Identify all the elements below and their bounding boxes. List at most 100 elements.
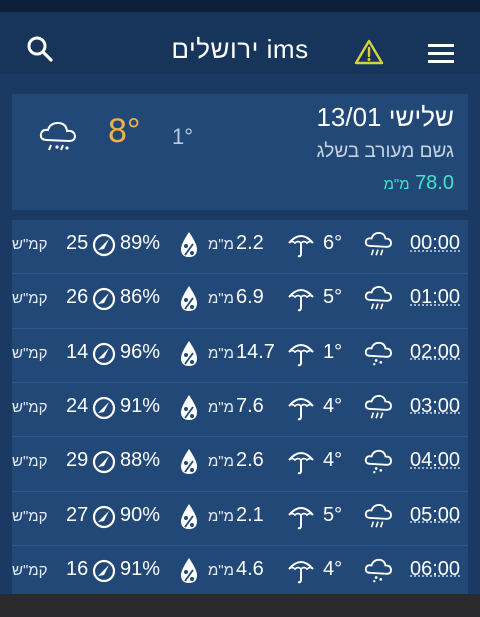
- hour-rain: 2.1: [236, 503, 264, 526]
- hour-rain-unit: מ"מ: [208, 290, 234, 308]
- hour-time: 01:00: [410, 286, 461, 309]
- umbrella-icon: [288, 289, 314, 312]
- hour-rain-unit: מ"מ: [208, 398, 234, 416]
- warning-icon[interactable]: [354, 39, 384, 65]
- wind-direction-icon: [92, 451, 116, 474]
- hour-temp: 5°: [323, 503, 343, 526]
- humidity-icon: [181, 340, 197, 366]
- humidity-icon: [181, 232, 197, 257]
- hour-rain-unit: מ"מ: [208, 236, 234, 253]
- hour-time: 06:00: [410, 557, 461, 580]
- hour-rain: 2.6: [236, 449, 264, 472]
- wind-direction-icon: [92, 233, 116, 257]
- hour-rain-unit: מ"מ: [208, 561, 234, 579]
- summary-rain-value: 78.0: [415, 172, 454, 194]
- app-title: ims ירושלים: [171, 34, 309, 64]
- hour-time: 04:00: [410, 449, 461, 472]
- hour-wind-unit: קמ"ש: [12, 344, 48, 362]
- day-summary-card[interactable]: שלישי 13/01 גשם מעורב בשלג 78.0 מ"מ 1° 8…: [12, 94, 468, 210]
- hour-temp: 4°: [323, 557, 343, 580]
- hour-wind: 26: [66, 286, 89, 309]
- hour-temp: 4°: [323, 394, 343, 417]
- hour-wind-unit: קמ"ש: [12, 453, 48, 471]
- hour-rain: 4.6: [236, 557, 264, 580]
- hour-wind-unit: קמ"ש: [12, 561, 48, 579]
- humidity-icon: [181, 394, 197, 420]
- hour-row[interactable]: 03:00 4° 7.6 מ"מ 91% 24 קמ"ש: [12, 383, 468, 435]
- hour-temp: 4°: [323, 449, 343, 472]
- hour-humidity: 89%: [120, 232, 161, 254]
- humidity-icon: [181, 286, 197, 312]
- hour-row[interactable]: 01:00 5° 6.9 מ"מ 86% 26 קמ"ש: [12, 274, 468, 326]
- hour-humidity: 90%: [120, 503, 161, 526]
- hour-wind-unit: קמ"ש: [12, 290, 48, 308]
- status-bar: [0, 0, 480, 12]
- wind-direction-icon: [92, 396, 116, 419]
- hour-wind-unit: קמ"ש: [12, 398, 48, 416]
- hour-rain-unit: מ"מ: [208, 453, 234, 471]
- cloud-rain-icon: [364, 503, 392, 527]
- hour-row[interactable]: 02:00 1° 14.7 מ"מ 96% 14 קמ"ש: [12, 329, 468, 381]
- hour-temp: 1°: [323, 340, 343, 363]
- hour-row[interactable]: 06:00 4° 4.6 מ"מ 91% 16 קמ"ש: [12, 546, 468, 598]
- hour-wind: 24: [66, 394, 89, 417]
- hour-wind: 27: [66, 503, 89, 526]
- system-nav-bar: [0, 594, 480, 617]
- cloud-rain-icon: [364, 232, 392, 256]
- hour-rain: 7.6: [236, 394, 264, 417]
- hour-row[interactable]: 05:00 5° 2.1 מ"מ 90% 27 קמ"ש: [12, 492, 468, 544]
- hour-row[interactable]: 04:00 4° 2.6 מ"מ 88% 29 קמ"ש: [12, 437, 468, 489]
- hour-temp: 6°: [323, 232, 343, 254]
- hour-wind: 16: [66, 557, 89, 580]
- wind-direction-icon: [92, 505, 116, 528]
- umbrella-icon: [288, 506, 314, 529]
- humidity-icon: [181, 503, 197, 529]
- wind-direction-icon: [92, 559, 116, 582]
- hour-wind-unit: קמ"ש: [12, 507, 48, 525]
- hour-rain: 6.9: [236, 286, 264, 309]
- hour-time: 03:00: [410, 394, 461, 417]
- hour-rain-unit: מ"מ: [208, 507, 234, 525]
- hour-humidity: 91%: [120, 394, 161, 417]
- hour-wind: 14: [66, 340, 89, 363]
- hour-rain: 2.2: [236, 232, 264, 254]
- cloud-snow-icon: [364, 450, 392, 474]
- summary-description: גשם מעורב בשלג: [316, 141, 454, 162]
- summary-temp-low: 1°: [172, 124, 194, 149]
- hourly-forecast-list: 00:00 6° 2.2 מ"מ 89% 25 קמ"ש 01:00 5° 6.9 מ"מ 86% 26…: [12, 220, 468, 594]
- hour-wind-unit: קמ"ש: [12, 236, 48, 253]
- summary-rain-total: 78.0 מ"מ: [384, 172, 454, 195]
- cloud-rain-icon: [364, 394, 392, 419]
- hour-wind: 29: [66, 449, 89, 472]
- hour-humidity: 96%: [120, 340, 161, 363]
- umbrella-icon: [288, 235, 314, 258]
- humidity-icon: [181, 557, 197, 583]
- hour-time: 00:00: [410, 232, 461, 254]
- hour-rain-unit: מ"מ: [208, 344, 234, 362]
- hour-humidity: 88%: [120, 449, 161, 472]
- wind-direction-icon: [92, 342, 116, 365]
- hour-rain: 14.7: [236, 340, 275, 363]
- snow-rain-icon: [39, 121, 77, 151]
- hour-row[interactable]: 00:00 6° 2.2 מ"מ 89% 25 קמ"ש: [12, 220, 468, 272]
- hour-wind: 25: [66, 232, 89, 254]
- hour-time: 05:00: [410, 503, 461, 526]
- menu-icon[interactable]: [427, 42, 455, 66]
- hour-temp: 5°: [323, 286, 343, 309]
- hour-time: 02:00: [410, 340, 461, 363]
- cloud-snow-icon: [364, 558, 392, 583]
- summary-rain-unit: מ"מ: [383, 176, 410, 193]
- hour-humidity: 91%: [120, 557, 161, 580]
- umbrella-icon: [288, 560, 314, 584]
- umbrella-icon: [288, 397, 314, 421]
- umbrella-icon: [288, 452, 314, 475]
- wind-direction-icon: [92, 288, 116, 311]
- cloud-snow-icon: [364, 341, 392, 366]
- humidity-icon: [181, 449, 197, 475]
- umbrella-icon: [288, 343, 314, 366]
- hour-humidity: 86%: [120, 286, 161, 309]
- app-bar: ims ירושלים: [0, 12, 480, 74]
- cloud-rain-icon: [364, 286, 392, 310]
- summary-date: שלישי 13/01: [316, 102, 454, 132]
- summary-temp-high: 8°: [108, 112, 141, 150]
